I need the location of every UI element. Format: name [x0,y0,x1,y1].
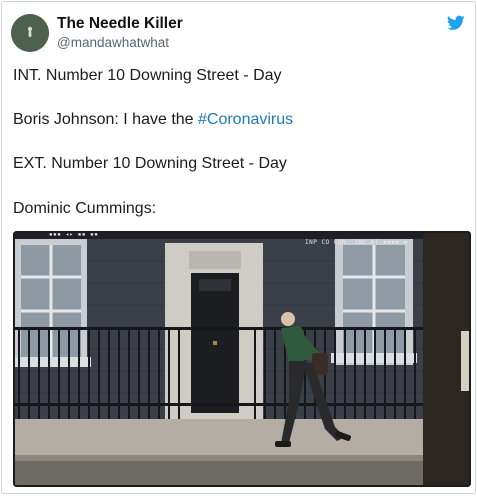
video-overlay-right: INP CO CUN. INL AT ▪▪▪▪ ▪ [305,239,408,246]
author-handle[interactable]: @mandawhatwhat [57,35,169,50]
tweet-card: The Needle Killer @mandawhatwhat INT. Nu… [1,1,476,494]
author-display-name[interactable]: The Needle Killer [57,15,183,33]
video-media[interactable]: ▪▪▪ ◂▸ ▪▪ ▪▪ INP CO CUN. INL AT ▪▪▪▪ ▪ [13,231,471,487]
twitter-bird-icon[interactable] [447,15,465,31]
tweet-line-exterior: EXT. Number 10 Downing Street - Day [13,155,287,172]
avatar[interactable] [11,14,49,52]
tweet-line-interior: INT. Number 10 Downing Street - Day [13,67,282,84]
tweet-line-boris-text: Boris Johnson: I have the [13,111,198,128]
tweet-line-boris: Boris Johnson: I have the #Coronavirus [13,111,293,129]
hashtag-link[interactable]: #Coronavirus [198,111,293,128]
video-overlay-left: ▪▪▪ ◂▸ ▪▪ ▪▪ [49,231,99,238]
avatar-figure-icon [11,14,49,52]
tweet-line-cummings: Dominic Cummings: [13,200,157,217]
downing-street-video-frame [13,231,471,487]
